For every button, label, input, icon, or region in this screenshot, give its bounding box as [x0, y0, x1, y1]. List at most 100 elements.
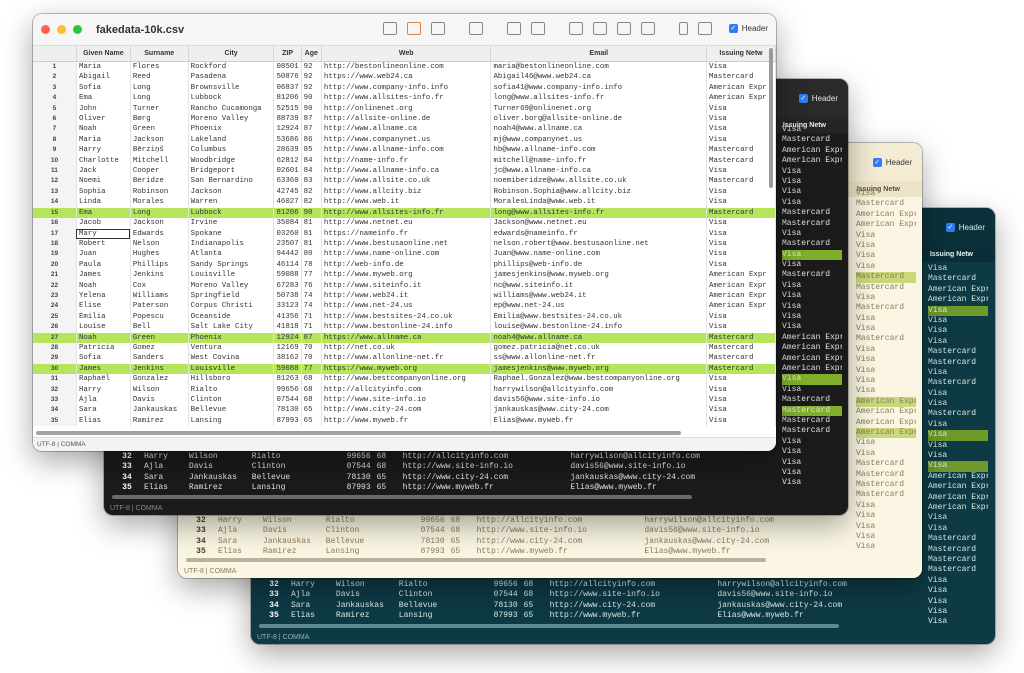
table-cell[interactable]: Visa [706, 259, 776, 271]
table-cell[interactable]: Springfield [188, 290, 275, 302]
table-cell[interactable]: Bērziņš [130, 145, 189, 156]
table-cell[interactable]: Noah [76, 280, 131, 291]
table-cell[interactable]: http://www.allonline-net.fr [321, 353, 492, 364]
row-number[interactable]: 16 [33, 218, 77, 229]
table-cell[interactable]: Noah [76, 124, 131, 135]
table-cell[interactable]: Visa [706, 395, 776, 406]
table-cell[interactable]: Mastercard [706, 155, 776, 167]
row-number[interactable]: 5 [33, 103, 77, 115]
table-cell[interactable]: Beridze [130, 176, 189, 187]
table-cell[interactable]: Ema [76, 93, 131, 104]
table-cell[interactable]: Linda [76, 197, 131, 208]
table-cell[interactable]: maria@bestonlineonline.com [490, 61, 708, 73]
table-cell[interactable]: 41818 [273, 322, 302, 333]
table-cell[interactable]: Jankauskas [130, 405, 189, 416]
table-cell[interactable]: 38162 [273, 353, 302, 364]
table-cell[interactable]: http://www.allsite.co.uk [321, 176, 492, 187]
table-cell[interactable]: 28639 [273, 145, 302, 156]
table-cell[interactable]: 50738 [273, 290, 302, 302]
table-cell[interactable]: http://www.web24.it [321, 290, 492, 302]
table-row[interactable]: 4 Ema Long Lubbock 81206 90 http://www.allsite… [33, 93, 776, 104]
table-cell[interactable]: http://name-info.fr [321, 155, 492, 167]
table-cell[interactable]: Børg [130, 114, 189, 125]
copy-icon[interactable] [507, 22, 521, 35]
table-cell[interactable]: Columbus [188, 145, 275, 156]
row-number[interactable]: 20 [33, 259, 77, 271]
table-cell[interactable]: http://www.bestsites-24.co.uk [321, 311, 492, 323]
table-row[interactable]: 31 Raphaël Gonzalez Hillsboro 81263 68 http://… [33, 374, 776, 385]
minimize-icon[interactable] [57, 25, 66, 34]
table-cell[interactable]: Abigail [76, 72, 131, 83]
table-cell[interactable]: https://nameinfo.fr [321, 228, 492, 239]
table-cell[interactable]: Ramirez [130, 415, 189, 427]
table-cell[interactable]: Robert [76, 238, 131, 250]
row-number[interactable]: 28 [33, 342, 77, 354]
table-cell[interactable]: Warren [188, 197, 275, 208]
table-cell[interactable]: 92 [301, 82, 322, 94]
table-cell[interactable]: http://www.companynet.us [321, 134, 492, 146]
row-number[interactable]: 6 [33, 114, 77, 125]
table-row[interactable]: 14 Linda Morales Warren 46027 82 http://www.we… [33, 197, 776, 208]
dark-hscroll[interactable] [112, 495, 692, 499]
table-cell[interactable]: Visa [706, 114, 776, 125]
vertical-scrollbar[interactable] [769, 48, 773, 188]
table-cell[interactable]: 33123 [273, 301, 302, 312]
table-cell[interactable]: 23507 [273, 238, 302, 250]
row-number[interactable]: 7 [33, 124, 77, 135]
column-header[interactable]: Surname [130, 46, 189, 62]
table-cell[interactable]: 71 [301, 311, 322, 323]
table-row[interactable]: 2 Abigail Reed Pasadena 50876 92 https://www.w… [33, 72, 776, 83]
table-cell[interactable]: Visa [706, 249, 776, 260]
table-cell[interactable]: hb@www.allname-info.com [490, 145, 708, 156]
table-cell[interactable]: 88739 [273, 114, 302, 125]
table-cell[interactable]: Rancho Cucamonga [188, 103, 275, 115]
table-row[interactable]: 29 Sofia Sanders West Covina 38162 70 http://w… [33, 353, 776, 364]
table-cell[interactable]: Salt Lake City [188, 322, 275, 333]
table-cell[interactable]: noah4@www.allname.ca [490, 124, 708, 135]
table-cell[interactable]: 81263 [273, 374, 302, 385]
table-row[interactable]: 32 Harry Wilson Rialto 99656 68 http://allcity… [33, 384, 776, 395]
table-cell[interactable]: Maria [76, 61, 131, 73]
row-number[interactable]: 25 [33, 311, 77, 323]
table-cell[interactable]: Visa [706, 238, 776, 250]
table-cell[interactable]: Long [130, 93, 189, 104]
table-cell[interactable]: Paula [76, 259, 131, 271]
table-cell[interactable]: Visa [706, 322, 776, 333]
table-cell[interactable]: 76 [301, 280, 322, 291]
row-number[interactable]: 21 [33, 270, 77, 281]
table-cell[interactable]: Green [130, 124, 189, 135]
table-cell[interactable]: Oliver [76, 114, 131, 125]
table-cell[interactable]: Oceanside [188, 311, 275, 323]
table-cell[interactable]: 70 [301, 342, 322, 354]
table-cell[interactable]: mj@www.companynet.us [490, 134, 708, 146]
table-row[interactable]: 3 Sofia Long Brownsville 06837 92 http://www.c… [33, 82, 776, 94]
row-number[interactable]: 26 [33, 322, 77, 333]
table-cell[interactable]: 03260 [273, 228, 302, 239]
table-cell[interactable]: Popescu [130, 311, 189, 323]
table-cell[interactable]: Jenkins [130, 363, 189, 375]
table-cell[interactable]: http://www.company-info.info [321, 82, 492, 94]
table-cell[interactable]: gomez.patricia@net.co.uk [490, 342, 708, 354]
table-cell[interactable]: Phoenix [188, 124, 275, 135]
table-cell[interactable]: Irvine [188, 218, 275, 229]
table-cell[interactable]: 87 [301, 332, 322, 343]
table-cell[interactable]: Visa [706, 186, 776, 198]
comment-icon[interactable] [641, 22, 655, 35]
table-cell[interactable]: http://www.allname-info.com [321, 145, 492, 156]
table-cell[interactable]: Davis [130, 395, 189, 406]
table-cell[interactable]: Patricia [76, 342, 131, 354]
horizontal-scrollbar[interactable] [36, 431, 681, 435]
table-cell[interactable]: 50876 [273, 72, 302, 83]
table-cell[interactable]: http://www.allcity.biz [321, 186, 492, 198]
table-cell[interactable]: American Expr [706, 93, 776, 104]
delete-row-icon[interactable] [698, 22, 712, 35]
table-cell[interactable]: 12169 [273, 342, 302, 354]
table-cell[interactable]: Yelena [76, 290, 131, 302]
table-row[interactable]: 10 Charlotte Mitchell Woodbridge 62812 84 http… [33, 155, 776, 167]
table-cell[interactable]: 82 [301, 197, 322, 208]
table-cell[interactable]: 87 [301, 124, 322, 135]
export-icon[interactable] [431, 22, 445, 35]
table-cell[interactable]: mitchell@name-info.fr [490, 155, 708, 167]
table-row[interactable]: 19 Juan Hughes Atlanta 94442 80 http://www.nam… [33, 249, 776, 260]
table-cell[interactable]: Harry [76, 145, 131, 156]
